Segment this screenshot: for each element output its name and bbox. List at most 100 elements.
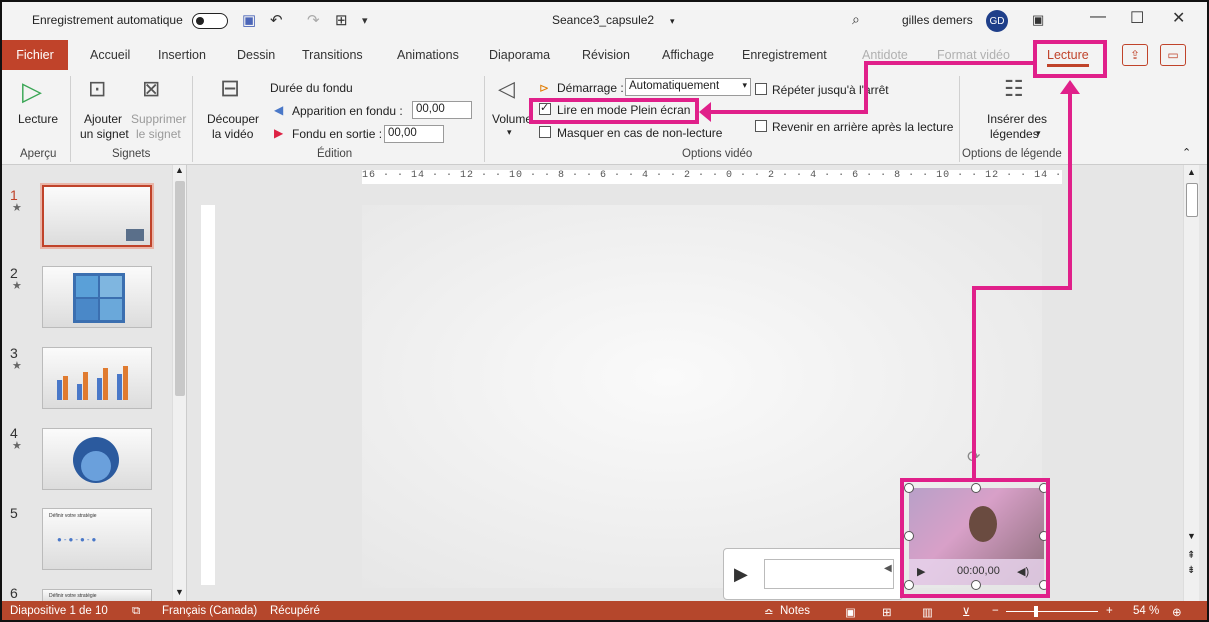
volume-small-icon[interactable]: ◀ — [884, 563, 892, 574]
avatar[interactable]: GD — [986, 10, 1008, 32]
add-bookmark-icon[interactable]: ⊡ — [88, 76, 106, 102]
slide-scroll-up-icon[interactable]: ▲ — [1187, 167, 1196, 177]
insert-captions-icon[interactable]: ☷ — [1004, 76, 1024, 102]
next-slide-icon[interactable]: ⇟ — [1187, 565, 1195, 576]
slide-scrollbar[interactable]: ▲ ▼ ⇞ ⇟ — [1183, 165, 1199, 601]
trim-video-label2[interactable]: la vidéo — [212, 127, 253, 141]
animation-star-icon: ★ — [12, 440, 22, 452]
close-icon[interactable]: ✕ — [1172, 8, 1185, 28]
scroll-down-icon[interactable]: ▼ — [175, 587, 184, 597]
tab-insertion[interactable]: Insertion — [158, 48, 206, 62]
hide-when-not-playing-label[interactable]: Masquer en cas de non-lecture — [557, 126, 722, 140]
animation-star-icon: ★ — [12, 280, 22, 292]
loop-label[interactable]: Répéter jusqu'à l'arrêt — [772, 83, 889, 97]
autosave-toggle[interactable] — [192, 13, 228, 29]
add-bookmark-label1[interactable]: Ajouter — [84, 112, 122, 126]
normal-view-icon[interactable]: ▣ — [845, 605, 856, 619]
preview-play-button[interactable]: Lecture — [18, 112, 58, 126]
thumbnails-scrollbar[interactable]: ▲ ▼ — [172, 165, 186, 601]
arrow-line — [707, 110, 868, 114]
slide5-title: Définir votre stratégie — [49, 513, 97, 519]
notes-icon[interactable]: ≏ — [764, 605, 774, 619]
maximize-icon[interactable]: ☐ — [1130, 8, 1144, 28]
language[interactable]: Français (Canada) — [162, 605, 257, 617]
thumbnails-scroll-thumb[interactable] — [175, 181, 185, 396]
trim-video-icon[interactable]: ⊟ — [220, 74, 240, 103]
add-bookmark-label2[interactable]: un signet — [80, 127, 129, 141]
trim-video-label1[interactable]: Découper — [207, 112, 259, 126]
tab-format-video[interactable]: Format vidéo — [937, 48, 1010, 62]
tab-transitions[interactable]: Transitions — [302, 48, 363, 62]
start-label: Démarrage : — [557, 81, 624, 95]
slide-thumbnail-3[interactable] — [42, 347, 152, 409]
comments-icon[interactable]: ▭ — [1160, 44, 1186, 66]
zoom-slider[interactable] — [1006, 606, 1098, 617]
zoom-out-icon[interactable]: − — [992, 605, 999, 617]
tab-fichier[interactable]: Fichier — [2, 40, 68, 70]
zoom-in-icon[interactable]: + — [1106, 605, 1113, 617]
slide-thumbnail-1[interactable] — [40, 183, 154, 249]
previous-slide-icon[interactable]: ⇞ — [1187, 550, 1195, 561]
horizontal-ruler: 16 · · 14 · · 12 · · 10 · · 8 · · 6 · · … — [362, 170, 1062, 184]
insert-captions-label2[interactable]: légendes — [990, 127, 1039, 141]
tab-accueil[interactable]: Accueil — [90, 48, 130, 62]
tab-antidote[interactable]: Antidote — [862, 48, 908, 62]
minimize-icon[interactable]: — — [1090, 8, 1106, 26]
user-name[interactable]: gilles demers — [902, 13, 973, 27]
tab-dessin[interactable]: Dessin — [237, 48, 275, 62]
accessibility-icon[interactable]: ⧉ — [132, 605, 140, 618]
slide-thumbnail-2[interactable] — [42, 266, 152, 328]
slideshow-icon[interactable]: ⊻ — [962, 605, 970, 619]
volume-chevron-icon[interactable]: ▾ — [507, 127, 512, 138]
ribbon-display-icon[interactable]: ▣ — [1032, 12, 1044, 28]
zoom-level[interactable]: 54 % — [1133, 605, 1159, 617]
collapse-ribbon-icon[interactable]: ⌃ — [1182, 146, 1191, 159]
present-icon[interactable]: ⊞ — [335, 11, 348, 29]
tab-revision[interactable]: Révision — [582, 48, 630, 62]
share-icon[interactable]: ⇪ — [1122, 44, 1148, 66]
slide-thumbnail-4[interactable] — [42, 428, 152, 490]
tab-enregistrement[interactable]: Enregistrement — [742, 48, 827, 62]
animation-star-icon: ★ — [12, 360, 22, 372]
insert-captions-chevron-icon[interactable]: ▾ — [1036, 128, 1041, 139]
slide-scroll-down-icon[interactable]: ▼ — [1187, 531, 1196, 541]
swot-graphic — [73, 273, 125, 323]
search-icon[interactable]: ⌕ — [852, 11, 860, 28]
fade-in-input[interactable]: 00,00 — [412, 101, 472, 119]
reading-view-icon[interactable]: ▥ — [922, 605, 933, 619]
video-timeline[interactable] — [764, 559, 894, 589]
loop-checkbox[interactable] — [755, 83, 767, 95]
arrow-line — [972, 286, 976, 480]
tab-diaporama[interactable]: Diaporama — [489, 48, 550, 62]
slide-scroll-thumb[interactable] — [1186, 183, 1198, 217]
fit-to-window-icon[interactable]: ⊕ — [1172, 605, 1182, 619]
redo-icon[interactable]: ↷ — [307, 11, 320, 29]
start-icon: ⊳ — [539, 81, 550, 95]
video-controls-bar: ▶ — [723, 548, 903, 600]
start-dropdown[interactable]: Automatiquement ▾ — [625, 78, 751, 96]
fade-out-input[interactable]: 00,00 — [384, 125, 444, 143]
arrow-line — [864, 61, 1034, 65]
undo-icon[interactable]: ↶ — [270, 11, 283, 29]
volume-icon[interactable]: ◁ — [498, 76, 515, 102]
customize-chevron-icon[interactable]: ▾ — [362, 14, 368, 27]
volume-button[interactable]: Volume — [492, 112, 532, 126]
play-icon[interactable]: ▷ — [22, 76, 42, 107]
title-chevron-icon[interactable]: ▾ — [670, 16, 675, 27]
tab-affichage[interactable]: Affichage — [662, 48, 714, 62]
insert-captions-label1[interactable]: Insérer des — [987, 112, 1047, 126]
slide-thumbnail-5[interactable]: Définir votre stratégie ●-●-●-● — [42, 508, 152, 570]
rewind-checkbox[interactable] — [755, 120, 767, 132]
scroll-up-icon[interactable]: ▲ — [175, 165, 184, 175]
video-play-icon[interactable]: ▶ — [734, 564, 748, 585]
notes-button[interactable]: Notes — [780, 605, 810, 617]
document-title[interactable]: Seance3_capsule2 — [552, 13, 654, 27]
remove-bookmark-icon: ⊠ — [142, 76, 161, 101]
tab-animations[interactable]: Animations — [397, 48, 459, 62]
hide-when-not-playing-checkbox[interactable] — [539, 126, 551, 138]
save-icon[interactable]: ▣ — [242, 11, 256, 29]
slide-sorter-icon[interactable]: ⊞ — [882, 605, 892, 619]
group-edition: Édition — [317, 148, 353, 160]
highlight-fullscreen-option — [529, 98, 699, 124]
rewind-label[interactable]: Revenir en arrière après la lecture — [772, 120, 953, 134]
